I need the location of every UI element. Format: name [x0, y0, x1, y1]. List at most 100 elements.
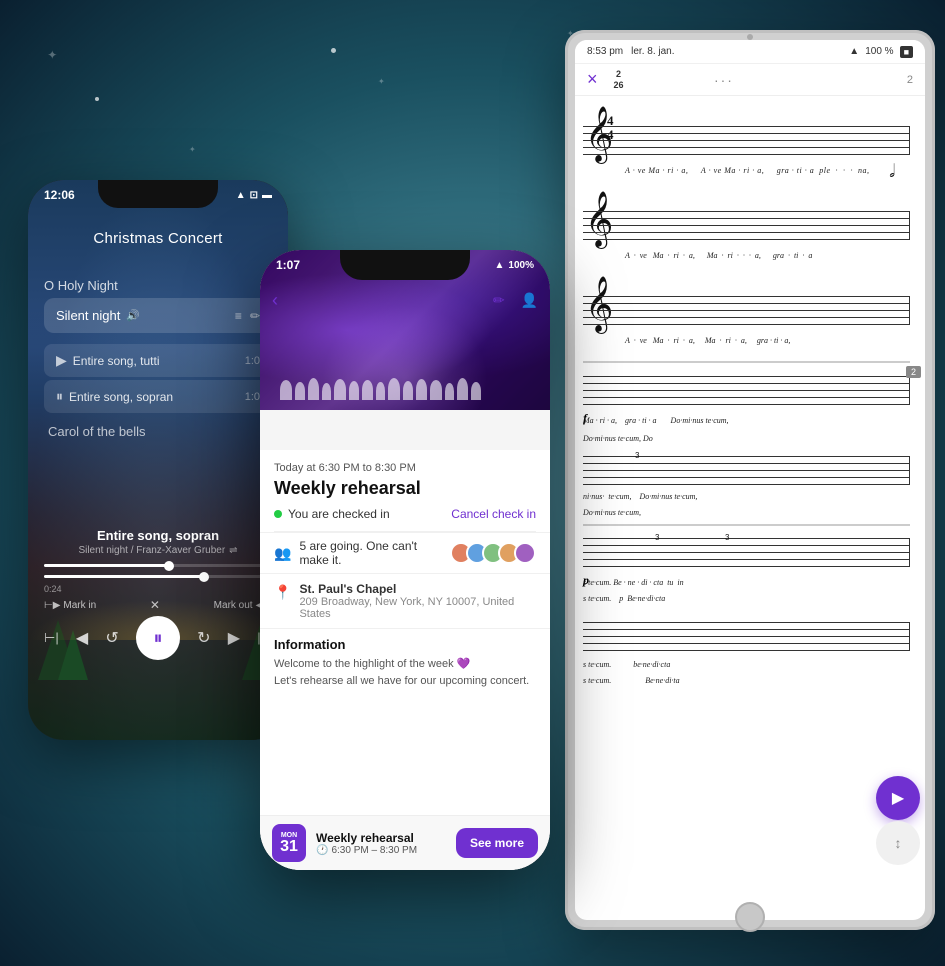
lyrics-line-4: Ma · ri · a, gra · ti · a Do·mi·nus te·c… — [583, 416, 915, 425]
fastforward-icon[interactable]: ↻ — [197, 628, 210, 648]
time-sig-nav: 2 26 — [614, 69, 624, 90]
lyrics-line-2: A · ve Ma · ri · a, Ma · ri · · · a, gra… — [625, 251, 915, 260]
sound-icon: 🔊 — [126, 309, 140, 322]
tablet-battery-icon: ■ — [900, 46, 913, 58]
jump-start-icon[interactable]: ⊢| — [44, 630, 59, 646]
lyrics-line-5b: Do·mi·nus te·cum, — [583, 508, 915, 517]
staff-system-2: 𝄞 A · ve Ma · ri · a, Ma · ri · · · a, g… — [575, 191, 925, 281]
staff-line-1-3 — [583, 140, 910, 141]
silent-night-title: Silent night — [56, 308, 120, 323]
rewind-icon[interactable]: ↺ — [105, 628, 118, 648]
wifi-icon-middle: ▲ — [495, 260, 505, 271]
playback-orb[interactable]: ▶ — [876, 776, 920, 820]
play-circle-icon: ▶ — [56, 352, 67, 369]
day-badge: MON 31 — [272, 824, 306, 862]
time-display: 0:24 — [44, 584, 272, 594]
avatar-5 — [514, 542, 536, 564]
list-icon: ≡ — [235, 309, 242, 323]
mark-in-icon: ⊢▶ — [44, 600, 60, 611]
left-phone-time: 12:06 — [44, 188, 75, 202]
lyrics-line-5: ni·nus· te·cum, Do·mi·nus te·cum, — [583, 492, 915, 501]
play-icon-orb: ▶ — [892, 788, 904, 808]
lyrics-line-4b: Do·mi·nus te·cum, Do — [583, 434, 915, 443]
clock-icon: 🕐 — [316, 845, 328, 856]
lyrics-benedicta-1: s te·cum. Be · ne · di · cta tu in — [583, 578, 915, 587]
middle-phone-status-bar: 1:07 ▲ 100% — [276, 258, 534, 272]
staff-line-1-4 — [583, 147, 910, 148]
person-icon-nav[interactable]: 👤 — [521, 292, 538, 309]
staff-system-6: p 3 3 s te·cum. Be · ne · di · cta tu in… — [575, 528, 925, 618]
barline-1 — [909, 126, 910, 155]
attendees-text: 5 are going. One can't make it. — [299, 539, 448, 567]
event-content: Today at 6:30 PM to 8:30 PM Weekly rehea… — [260, 450, 550, 870]
event-title: Weekly rehearsal — [260, 478, 550, 507]
battery-icon: ▬ — [262, 190, 272, 201]
section-divider-2 — [583, 524, 910, 526]
tablet-time: 8:53 pm — [587, 46, 623, 57]
lyrics-benedicta-2: s te·cum. be·ne·di·cta — [583, 660, 915, 669]
scroll-indicator[interactable]: ↕ — [876, 821, 920, 865]
cancel-checkin-button[interactable]: Cancel check in — [451, 507, 536, 521]
concert-title: Christmas Concert — [28, 230, 288, 247]
prev-icon[interactable]: ◀ — [76, 628, 88, 648]
staff-line-1-5 — [583, 154, 910, 155]
bottom-event-bar: MON 31 Weekly rehearsal 🕐 6:30 PM – 8:30… — [260, 815, 550, 870]
location-name: St. Paul's Chapel — [299, 582, 536, 596]
close-button-tablet[interactable]: × — [587, 69, 598, 90]
event-time: Today at 6:30 PM to 8:30 PM — [260, 450, 550, 478]
edit-icon: ✏ — [250, 309, 260, 323]
volume-bar[interactable] — [44, 575, 272, 578]
staff-system-1: 𝄞 4 4 A · ve Ma · ri · a, A · ve Ma · ri… — [575, 106, 925, 196]
pause-button[interactable]: ⏸ — [136, 616, 180, 660]
middle-phone-time: 1:07 — [276, 258, 300, 272]
tablet-date: ler. 8. jan. — [631, 46, 674, 57]
lyrics-line-1: A · ve Ma · ri · a, A · ve Ma · ri · a, … — [625, 166, 915, 175]
attendees-row: 👥 5 are going. One can't make it. — [260, 532, 550, 573]
now-playing-title: Entire song, sopran — [44, 528, 272, 543]
staff-system-7: s te·cum. be·ne·di·cta s te·cum. Be·ne·d… — [575, 612, 925, 697]
sub-item-sopran[interactable]: ⏸ Entire song, sopran 1:0 — [44, 380, 272, 413]
playback-controls: ⊢| ◀ ↺ ⏸ ↻ ▶ |⊣ — [44, 616, 272, 660]
page-number-badge: 2 — [906, 366, 921, 378]
nav-dots: ··· — [714, 72, 734, 88]
triplet-mark-2: 3 — [655, 533, 659, 542]
close-mark-icon[interactable]: ✕ — [150, 598, 160, 612]
info-text: Welcome to the highlight of the week 💜Le… — [274, 656, 536, 689]
scroll-icon: ↕ — [895, 835, 902, 851]
event-nav-bar: ‹ ✏ 👤 — [260, 280, 550, 320]
whole-note-1: 𝅗𝅥 — [889, 161, 895, 182]
time-sig-1: 4 4 — [607, 114, 614, 143]
song-item-silent-night[interactable]: Silent night 🔊 ≡ ✏ — [44, 298, 272, 333]
left-phone: 12:06 ▲ ⊡ ▬ Christmas Concert O Holy Nig… — [28, 180, 288, 740]
tablet-status-bar: 8:53 pm ler. 8. jan. ▲ 100 % ■ — [575, 40, 925, 64]
tablet-home-button[interactable] — [735, 902, 765, 932]
now-playing-subtitle: Silent night / Franz-Xaver Gruber — [78, 545, 225, 556]
avatar-group — [456, 542, 536, 564]
lyrics-line-3: A · ve Ma · ri · a, Ma · ri · a, gra · t… — [625, 336, 915, 345]
tablet-screen: 8:53 pm ler. 8. jan. ▲ 100 % ■ × 2 26 ··… — [575, 40, 925, 920]
see-more-button[interactable]: See more — [456, 828, 538, 858]
lyrics-benedicta-1b: s te·cum. p Be·ne·di·cta — [583, 594, 915, 603]
day-num: 31 — [280, 839, 298, 855]
edit-icon-nav[interactable]: ✏ — [493, 292, 505, 309]
section-divider — [583, 361, 910, 363]
location-address: 209 Broadway, New York, NY 10007, United… — [299, 596, 536, 620]
triplet-mark-3: 3 — [725, 533, 729, 542]
staff-system-5: ni·nus· te·cum, Do·mi·nus te·cum, Do·mi·… — [575, 446, 925, 531]
pause-circle-icon: ⏸ — [56, 388, 63, 405]
staff-system-3: 𝄞 A · ve Ma · ri · a, Ma · ri · a, gra ·… — [575, 276, 925, 366]
back-button[interactable]: ‹ — [272, 290, 278, 311]
info-section: Information Welcome to the highlight of … — [260, 628, 550, 697]
staff-line-1-1 — [583, 126, 910, 127]
tablet: 8:53 pm ler. 8. jan. ▲ 100 % ■ × 2 26 ··… — [565, 30, 935, 930]
song-item-holy-night[interactable]: O Holy Night — [44, 270, 272, 301]
sub-item-tutti[interactable]: ▶ Entire song, tutti 1:0 — [44, 344, 272, 377]
checkin-row: You are checked in Cancel check in — [260, 507, 550, 531]
next-icon[interactable]: ▶ — [228, 628, 240, 648]
progress-bar[interactable] — [44, 564, 272, 567]
tablet-wifi: ▲ — [849, 46, 859, 57]
location-icon: 📍 — [274, 584, 291, 601]
lyrics-benedicta-2b: s te·cum. Be·ne·di·ta — [583, 676, 915, 685]
mark-controls: ⊢▶ Mark in ✕ Mark out ◀⊣ — [44, 598, 272, 612]
crowd-shapes — [280, 350, 530, 400]
